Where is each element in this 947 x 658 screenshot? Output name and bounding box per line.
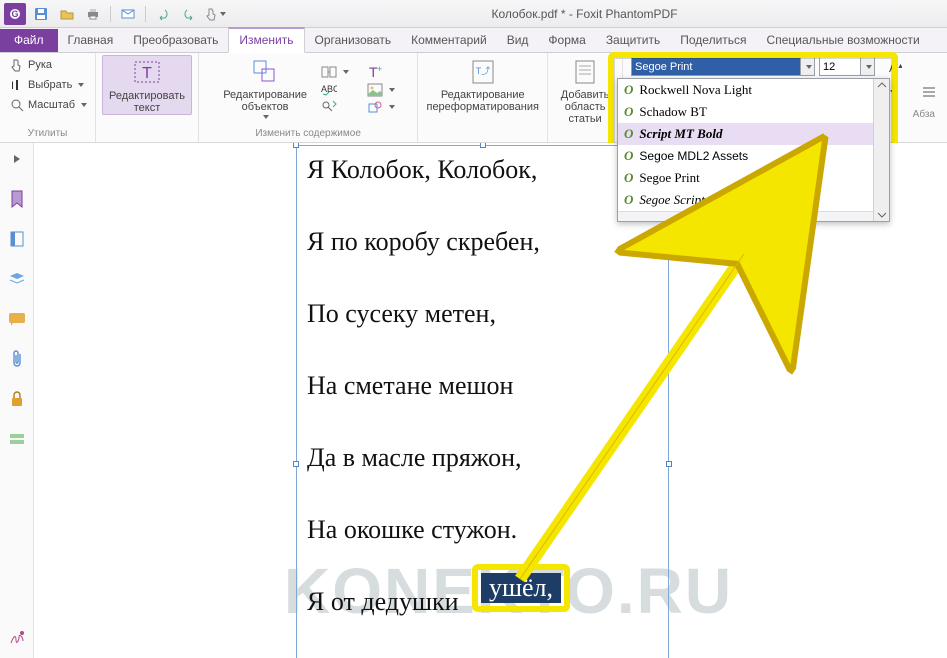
tab-Специальные возможности[interactable]: Специальные возможности	[757, 29, 930, 52]
title-bar: G Колобок.pdf * - Foxit PhantomPDF	[0, 0, 947, 28]
select-tool-button[interactable]: I Выбрать	[6, 77, 88, 93]
svg-text:I: I	[11, 80, 14, 92]
selected-word[interactable]: ушёл,	[481, 573, 561, 603]
doc-line[interactable]: Я по коробу скребен,	[307, 227, 737, 257]
edit-content-group-label: Изменить содержимое	[205, 126, 411, 142]
font-family-input[interactable]	[631, 57, 801, 76]
add-text-button[interactable]: T+	[363, 63, 399, 81]
tab-Защитить[interactable]: Защитить	[596, 29, 670, 52]
doc-line[interactable]: На окошке стужон.	[307, 515, 737, 545]
ribbon-tabs: Файл ГлавнаяПреобразоватьИзменитьОрганиз…	[0, 28, 947, 53]
font-size-input[interactable]	[819, 57, 861, 76]
redo-icon[interactable]	[178, 3, 200, 25]
sign-icon[interactable]	[7, 628, 27, 648]
font-size-dropdown-button[interactable]	[861, 57, 875, 76]
font-option[interactable]: OSchadow BT	[618, 101, 889, 123]
doc-line[interactable]: На сметане мешон	[307, 371, 737, 401]
tab-Поделиться[interactable]: Поделиться	[670, 29, 756, 52]
tools-group-label: Утилиты	[6, 126, 89, 142]
font-list-resize-grip[interactable]: •	[618, 211, 889, 221]
comments-icon[interactable]	[7, 309, 27, 329]
window-title: Колобок.pdf * - Foxit PhantomPDF	[226, 7, 943, 21]
add-image-button[interactable]	[363, 82, 399, 98]
font-option[interactable]: OSegoe MDL2 Assets	[618, 145, 889, 167]
font-list-scrollbar[interactable]	[873, 79, 889, 221]
edit-text-label: Редактировать текст	[109, 90, 185, 114]
scroll-down-icon[interactable]	[877, 211, 887, 219]
svg-text:G: G	[11, 9, 18, 19]
open-icon[interactable]	[56, 3, 78, 25]
zoom-tool-button[interactable]: Масштаб	[6, 97, 91, 113]
layers-icon[interactable]	[7, 269, 27, 289]
select-label: Выбрать	[28, 79, 72, 91]
highlight-selected-word: ушёл,	[472, 564, 570, 612]
tab-file[interactable]: Файл	[0, 29, 58, 52]
svg-text:T⤴: T⤴	[475, 65, 490, 76]
reflow-label: Редактирование переформатирования	[426, 89, 538, 113]
email-icon[interactable]	[117, 3, 139, 25]
edit-text-group-spacer	[102, 126, 192, 142]
fields-icon[interactable]	[7, 429, 27, 449]
svg-text:A: A	[889, 61, 897, 74]
doc-line[interactable]: Да в масле пряжон,	[307, 443, 737, 473]
font-option[interactable]: ORockwell Nova Light	[618, 79, 889, 101]
undo-icon[interactable]	[152, 3, 174, 25]
qat-sep	[110, 6, 111, 22]
add-shape-button[interactable]	[363, 99, 399, 115]
nav-expand-icon[interactable]	[7, 149, 27, 169]
hand-tool-button[interactable]: Рука	[6, 57, 56, 73]
touch-mode-icon[interactable]	[204, 3, 226, 25]
zoom-label: Масштаб	[28, 99, 75, 111]
doc-line[interactable]: По сусеку метен,	[307, 299, 737, 329]
link-join-text-button[interactable]	[317, 64, 353, 80]
tab-Форма[interactable]: Форма	[538, 29, 595, 52]
edit-text-button[interactable]: T Редактировать текст	[102, 55, 192, 115]
security-icon[interactable]	[7, 389, 27, 409]
font-option[interactable]: OSegoe Script	[618, 189, 889, 211]
edit-objects-label: Редактирование объектов	[223, 89, 307, 113]
font-option[interactable]: OSegoe Print	[618, 167, 889, 189]
tab-Комментарий[interactable]: Комментарий	[401, 29, 497, 52]
reflow-edit-button[interactable]: T⤴ Редактирование переформатирования	[420, 55, 544, 113]
nav-panel-rail	[0, 143, 34, 658]
print-icon[interactable]	[82, 3, 104, 25]
add-article-label: Добавить область статьи	[560, 89, 610, 125]
spellcheck-button[interactable]: ABC	[317, 81, 353, 97]
hand-label: Рука	[28, 59, 52, 71]
pages-panel-icon[interactable]	[7, 229, 27, 249]
font-option[interactable]: OScript MT Bold	[618, 123, 889, 145]
tab-Изменить[interactable]: Изменить	[228, 27, 304, 53]
font-family-dropdown-button[interactable]	[801, 57, 815, 76]
tab-Преобразовать[interactable]: Преобразовать	[123, 29, 228, 52]
tab-Организовать[interactable]: Организовать	[305, 29, 402, 52]
svg-text:▲: ▲	[897, 63, 902, 70]
bookmarks-icon[interactable]	[7, 189, 27, 209]
save-icon[interactable]	[30, 3, 52, 25]
app-menu-icon[interactable]: G	[4, 3, 26, 25]
more-font-button[interactable]	[919, 82, 939, 101]
qat-sep	[145, 6, 146, 22]
find-replace-button[interactable]	[317, 98, 353, 114]
tab-Вид[interactable]: Вид	[497, 29, 539, 52]
tab-Главная[interactable]: Главная	[58, 29, 124, 52]
scroll-up-icon[interactable]	[877, 81, 887, 89]
svg-text:T: T	[142, 65, 152, 82]
font-dropdown-list[interactable]: ORockwell Nova LightOSchadow BTOScript M…	[617, 78, 890, 222]
grow-font-button[interactable]: A▲	[885, 57, 905, 76]
svg-text:+: +	[377, 64, 382, 74]
attachments-icon[interactable]	[7, 349, 27, 369]
edit-objects-button[interactable]: Редактирование объектов	[217, 55, 313, 119]
add-article-button[interactable]: Добавить область статьи	[554, 55, 616, 125]
quick-access-toolbar: G	[4, 3, 226, 25]
